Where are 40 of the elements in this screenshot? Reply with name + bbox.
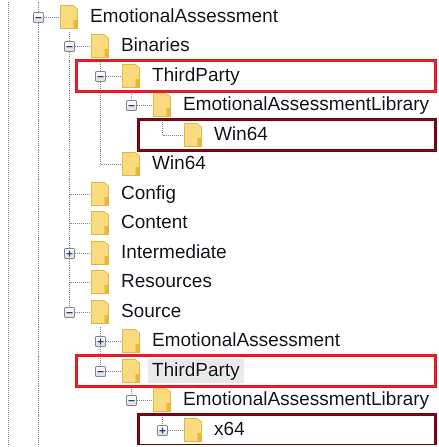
minus-toggle-icon[interactable] [95, 366, 106, 377]
plus-toggle-icon[interactable] [157, 424, 168, 436]
folder-icon [184, 122, 202, 147]
tree-item[interactable]: Win64 [148, 152, 210, 176]
tree-item[interactable]: ThirdParty [148, 358, 244, 383]
tree-item[interactable]: Intermediate [117, 240, 231, 265]
minus-toggle-icon[interactable] [126, 100, 137, 112]
folder-icon [60, 4, 78, 29]
folder-icon [91, 34, 109, 58]
minus-toggle-icon[interactable] [64, 306, 75, 318]
folder-icon [91, 240, 109, 265]
tree-item[interactable]: Binaries [117, 34, 194, 58]
plus-toggle-icon[interactable] [95, 336, 106, 348]
folder-icon [91, 182, 109, 206]
tree-item[interactable]: Source [117, 300, 186, 324]
folder-icon [153, 93, 171, 118]
tree-item[interactable]: Resources [117, 270, 216, 294]
tree-item[interactable]: Content [117, 211, 192, 236]
folder-icon [91, 211, 109, 236]
tree-item[interactable]: EmotionalAssessmentLibrary [179, 93, 434, 118]
tree-item[interactable]: ThirdParty [148, 64, 244, 88]
folder-icon [153, 388, 171, 412]
minus-toggle-icon[interactable] [33, 12, 44, 23]
folder-icon [91, 270, 109, 294]
minus-toggle-icon[interactable] [126, 395, 137, 406]
folder-icon [122, 358, 140, 383]
minus-toggle-icon[interactable] [95, 70, 106, 82]
tree-item[interactable]: x64 [210, 418, 249, 442]
tree-item[interactable]: EmotionalAssessment [86, 4, 282, 29]
folder-icon [122, 329, 140, 354]
tree-item[interactable]: Win64 [210, 122, 272, 147]
minus-toggle-icon[interactable] [64, 41, 75, 52]
folder-icon [184, 418, 202, 442]
tree-item[interactable]: EmotionalAssessmentLibrary [179, 388, 434, 412]
tree-item[interactable]: EmotionalAssessment [148, 329, 344, 354]
folder-icon [122, 152, 140, 176]
folder-icon [91, 300, 109, 324]
plus-toggle-icon[interactable] [64, 248, 75, 259]
tree-item[interactable]: Config [117, 182, 180, 206]
folder-icon [122, 64, 140, 88]
